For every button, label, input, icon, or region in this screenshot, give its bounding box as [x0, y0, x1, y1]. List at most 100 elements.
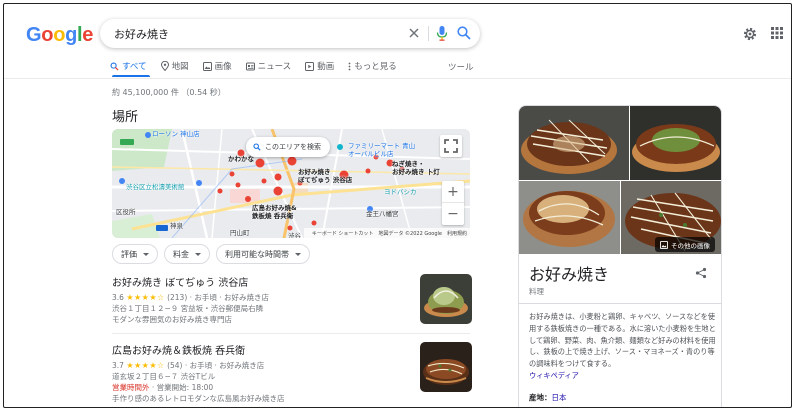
google-logo[interactable]: Google — [26, 24, 93, 47]
review-count: (54) — [167, 361, 183, 370]
okonomiyaki-photo[interactable] — [630, 106, 721, 180]
video-icon — [305, 61, 315, 71]
map-label-maruyama: 円山町 — [230, 229, 250, 237]
keyboard-shortcuts-link[interactable]: キーボード ショートカット — [312, 230, 374, 237]
apps-icon[interactable] — [770, 26, 784, 40]
zoom-out-button[interactable]: − — [442, 203, 464, 225]
place-address: 渋谷１丁目１２−９ 宮益坂・渋谷郵便局右隣 — [112, 304, 264, 313]
search-this-area-button[interactable]: このエリアを検索 — [246, 137, 330, 157]
filter-label: 評価 — [121, 249, 137, 259]
more-images-label: その他の画像 — [671, 241, 710, 250]
star-rating-icon: ★★★★☆ — [126, 293, 165, 302]
tools-button[interactable]: ツール — [448, 61, 474, 73]
fact-value-link[interactable]: 日本 — [552, 393, 567, 402]
map-data-credit: 地図データ ©2022 Google — [378, 230, 442, 237]
filter-label: 料金 — [173, 249, 189, 259]
place-result[interactable]: お好み焼き ぼてぢゅう 渋谷店 3.6 ★★★★☆ (213) · お手頃 · … — [112, 274, 472, 325]
knowledge-panel-description: お好み焼きは、小麦粉と鶏卵、キャベツ、ソースなどを使用する鉄板焼きの一種である。… — [529, 311, 717, 382]
more-images-button[interactable]: その他の画像 — [655, 237, 715, 252]
map-label-hiroshima: 広島お好み焼& 鉄板焼 呑兵衛 — [252, 204, 297, 220]
wikipedia-link[interactable]: ウィキペディア — [529, 370, 717, 382]
tab-label: ニュース — [257, 62, 292, 72]
logo-letter: o — [41, 24, 54, 46]
map-label-botejyu: お好み焼き ぼてぢゅう 渋谷店 — [298, 168, 353, 184]
filter-label: 利用可能な時間帯 — [225, 249, 289, 259]
place-name[interactable]: お好み焼き ぼてぢゅう 渋谷店 — [112, 274, 472, 289]
knowledge-panel-photos[interactable]: その他の画像 — [519, 106, 721, 254]
map-label-lawson: ローソン 神山店 — [152, 130, 200, 138]
okonomiyaki-photo[interactable] — [519, 106, 629, 180]
place-rating-line: 3.7 ★★★★☆ (54) · お手頃 · お好み焼き店 — [112, 360, 472, 371]
tab-news[interactable]: ニュース — [245, 57, 292, 75]
fullscreen-button[interactable] — [440, 135, 462, 157]
place-address: 道玄坂２丁目６−７ 渋谷Tビル — [112, 372, 216, 381]
mic-icon[interactable] — [435, 25, 449, 42]
active-tab-indicator — [112, 75, 150, 77]
tab-label: もっと見る — [354, 62, 397, 72]
star-rating-icon: ★★★★☆ — [126, 361, 165, 370]
rating-value: 3.7 — [112, 361, 124, 370]
map-pin-icon — [160, 61, 169, 71]
settings-icon[interactable] — [742, 26, 758, 42]
places-heading: 場所 — [112, 110, 139, 125]
header-divider — [4, 78, 791, 79]
map-attribution: キーボード ショートカット 地図データ ©2022 Google 利用規約 — [303, 228, 470, 238]
chevron-down-icon — [143, 252, 149, 256]
fullscreen-icon — [444, 139, 458, 153]
filter-chips: 評価 料金 利用可能な時間帯 — [112, 244, 316, 264]
zoom-in-button[interactable]: + — [442, 181, 464, 203]
tab-label: 画像 — [214, 62, 232, 72]
logo-letter: o — [53, 24, 66, 46]
map-label-negiyaki: ねぎ焼き・ お好み焼き 卜灯 — [392, 160, 440, 176]
tab-videos[interactable]: 動画 — [305, 57, 334, 75]
local-map[interactable]: ローソン 神山店 ファミリーマート 青山 オーバルビル店 かわかな お好み焼き … — [112, 129, 470, 238]
place-name[interactable]: 広島お好み焼＆鉄板焼 呑兵衛 — [112, 342, 472, 357]
okonomiyaki-photo[interactable] — [519, 181, 620, 254]
chevron-down-icon — [295, 252, 301, 256]
search-icon[interactable] — [456, 25, 472, 41]
terms-link[interactable]: 利用規約 — [447, 230, 467, 237]
logo-letter: g — [65, 24, 78, 46]
search-input[interactable]: お好み焼き — [114, 26, 169, 42]
place-rating-line: 3.6 ★★★★☆ (213) · お手頃 · お好み焼き店 — [112, 292, 472, 303]
browser-frame: Google お好み焼き すべて 地図 画像 ニュース 動画 もっと見る ツール… — [3, 3, 792, 408]
map-label-shibuya: 渋谷 — [288, 232, 301, 238]
okonomiyaki-photo — [420, 274, 472, 324]
chevron-down-icon — [195, 252, 201, 256]
tab-all[interactable]: すべて — [110, 57, 147, 75]
logo-letter: e — [82, 24, 94, 46]
map-label-familymart: ファミリーマート 青山 オーバルビル店 — [348, 142, 416, 158]
filter-price[interactable]: 料金 — [164, 244, 210, 264]
filter-hours[interactable]: 利用可能な時間帯 — [216, 244, 310, 264]
image-icon — [660, 240, 668, 249]
hours-status: 営業時間外 — [112, 383, 150, 392]
tab-label: 地図 — [171, 62, 189, 72]
place-thumbnail[interactable] — [420, 274, 472, 324]
share-icon[interactable] — [695, 267, 707, 279]
okonomiyaki-photo — [420, 342, 472, 392]
search-box[interactable]: お好み焼き — [100, 19, 480, 48]
search-tabs: すべて 地図 画像 ニュース 動画 もっと見る — [110, 57, 411, 79]
clear-icon[interactable] — [406, 25, 422, 41]
tab-label: 動画 — [317, 62, 335, 72]
fact-label: 産地： — [529, 393, 552, 402]
result-stats: 約 45,100,000 件 （0.54 秒） — [112, 88, 226, 97]
tab-images[interactable]: 画像 — [202, 57, 232, 75]
more-vertical-icon — [348, 62, 351, 70]
place-hours: 営業時間外 · 営業開始: 18:00 — [112, 382, 472, 393]
search-this-area-label: このエリアを検索 — [265, 143, 321, 151]
knowledge-panel-divider — [519, 303, 721, 304]
place-result[interactable]: 広島お好み焼＆鉄板焼 呑兵衛 3.7 ★★★★☆ (54) · お手頃 · お好… — [112, 342, 472, 404]
tab-maps[interactable]: 地図 — [160, 57, 189, 75]
image-icon — [202, 61, 212, 71]
tab-more[interactable]: もっと見る — [348, 57, 397, 75]
place-thumbnail[interactable] — [420, 342, 472, 392]
price-category: · お手頃 · お好み焼き店 — [189, 293, 270, 302]
rating-value: 3.6 — [112, 293, 124, 302]
news-icon — [245, 62, 255, 70]
price-category: · お手頃 · お好み焼き店 — [184, 361, 265, 370]
logo-letter: G — [26, 24, 42, 46]
search-divider — [428, 26, 429, 41]
filter-rating[interactable]: 評価 — [112, 244, 158, 264]
review-count: (213) — [167, 293, 188, 302]
